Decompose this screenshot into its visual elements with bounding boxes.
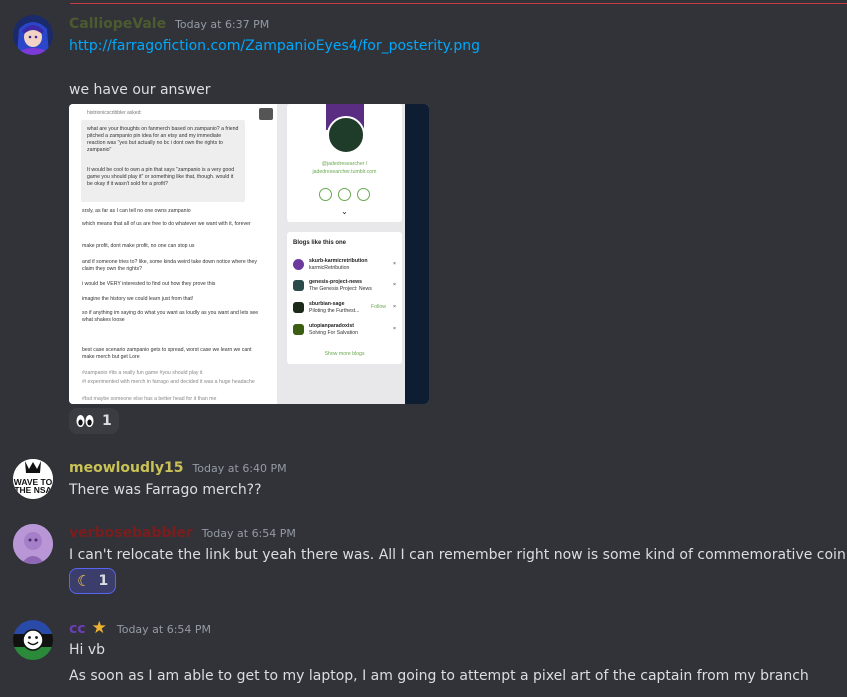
blog-name: utopianparadoxist bbox=[309, 323, 354, 329]
tumblr-post: histrionicscribbler asked: what are your… bbox=[69, 104, 277, 404]
blog-avatar bbox=[293, 302, 304, 313]
eyes-emoji bbox=[76, 414, 94, 428]
blogs-card: Blogs like this one skurb-karmicretribut… bbox=[287, 232, 402, 364]
tumblr-sidebar: @jadedresearcher / jadedresearcher.tumbl… bbox=[277, 104, 405, 404]
blog-avatar bbox=[293, 324, 304, 335]
blog-avatar bbox=[293, 259, 304, 270]
blog-name: skurb-karmicretribution bbox=[309, 258, 368, 264]
profile-card: @jadedresearcher / jadedresearcher.tumbl… bbox=[287, 104, 402, 222]
reaction-count: 1 bbox=[98, 573, 109, 589]
timestamp[interactable]: Today at 6:54 PM bbox=[117, 623, 211, 636]
star-icon: ★ bbox=[91, 618, 107, 638]
message-text: I can't relocate the link but yeah there… bbox=[69, 547, 847, 563]
blog-desc: karmicRetribution bbox=[309, 265, 350, 271]
message-text: There was Farrago merch?? bbox=[69, 482, 262, 498]
answer-line: best case scenario zampanio gets to spre… bbox=[82, 347, 252, 361]
ask-question: what are your thoughts on fanmerch based… bbox=[87, 126, 239, 154]
username[interactable]: verbosebabbler bbox=[69, 525, 193, 541]
timestamp[interactable]: Today at 6:37 PM bbox=[175, 18, 269, 31]
blog-desc: Piloting the Furthest... bbox=[309, 308, 360, 314]
smiley-flag-avatar[interactable] bbox=[13, 620, 53, 660]
ask-box: what are your thoughts on fanmerch based… bbox=[81, 120, 245, 202]
message-link[interactable]: http://farragofiction.com/ZampanioEyes4/… bbox=[69, 38, 480, 54]
timestamp[interactable]: Today at 6:40 PM bbox=[192, 462, 286, 475]
chevron-down-icon: ⌄ bbox=[341, 207, 348, 216]
dismiss-icon: × bbox=[393, 326, 397, 332]
dismiss-icon: × bbox=[393, 282, 397, 288]
blogs-header: Blogs like this one bbox=[293, 240, 347, 246]
reaction-eyes[interactable]: 1 bbox=[69, 408, 119, 434]
answer-line: and if someone tries to? like, some kind… bbox=[82, 259, 258, 273]
message-icon bbox=[338, 188, 351, 201]
ask-question-2: It would be cool to own a pin that says … bbox=[87, 167, 235, 188]
message-text: we have our answer bbox=[69, 82, 211, 98]
avatar-text-line: THE NSA bbox=[14, 485, 52, 495]
show-more-blogs: Show more blogs bbox=[324, 351, 365, 357]
profile-handle: @jadedresearcher / bbox=[321, 161, 368, 167]
reaction-crescent-moon[interactable]: ☾ 1 bbox=[69, 568, 117, 594]
timestamp[interactable]: Today at 6:54 PM bbox=[202, 527, 296, 540]
post-tags: #but maybe someone else has a better hea… bbox=[82, 396, 217, 402]
username[interactable]: cc bbox=[69, 621, 86, 637]
answer-line: srsly, as far as I can tell no one owns … bbox=[82, 208, 191, 214]
anime-character-avatar[interactable] bbox=[13, 15, 53, 55]
blog-name: genesis-project-news bbox=[309, 279, 363, 285]
answer-line: make profit, dont make profit, no one ca… bbox=[82, 243, 195, 249]
reaction-count: 1 bbox=[102, 413, 112, 429]
dismiss-icon: × bbox=[393, 304, 397, 310]
crescent-moon-emoji: ☾ bbox=[77, 572, 91, 590]
wave-to-the-nsa-avatar[interactable]: WAVE TO THE NSA bbox=[13, 459, 53, 499]
blog-name: sburbian-sage bbox=[309, 301, 345, 307]
answer-line: i would be VERY interested to find out h… bbox=[82, 281, 216, 287]
answer-line: imagine the history we could learn just … bbox=[82, 296, 194, 302]
blog-desc: The Genesis Project: News bbox=[309, 286, 372, 292]
post-tags: #i experimented with merch in farrago an… bbox=[82, 379, 255, 385]
post-tags: #zampanio #its a really fun game #you sh… bbox=[82, 370, 203, 376]
message-text: As soon as I am able to get to my laptop… bbox=[69, 668, 809, 684]
asker-line: histrionicscribbler asked: bbox=[87, 110, 142, 116]
answer-line: which means that all of us are free to d… bbox=[82, 221, 251, 227]
more-icon bbox=[357, 188, 370, 201]
dismiss-icon: × bbox=[393, 261, 397, 267]
message-text: Hi vb bbox=[69, 642, 106, 658]
asker-avatar bbox=[259, 108, 273, 120]
profile-url: jadedresearcher.tumblr.com bbox=[312, 169, 377, 175]
follow-icon bbox=[319, 188, 332, 201]
purple-character-avatar[interactable] bbox=[13, 524, 53, 564]
profile-avatar bbox=[327, 116, 365, 154]
username[interactable]: meowloudly15 bbox=[69, 460, 183, 476]
answer-line: so if anything im saying do what you wan… bbox=[82, 310, 259, 324]
blog-avatar bbox=[293, 280, 304, 291]
new-messages-divider bbox=[70, 3, 847, 4]
tumblr-dark-edge bbox=[405, 104, 429, 404]
image-attachment[interactable]: histrionicscribbler asked: what are your… bbox=[69, 104, 429, 404]
blog-desc: Solving For Salvation bbox=[309, 330, 359, 336]
follow-link: Follow bbox=[371, 304, 386, 310]
username[interactable]: CalliopeVale bbox=[69, 16, 166, 32]
